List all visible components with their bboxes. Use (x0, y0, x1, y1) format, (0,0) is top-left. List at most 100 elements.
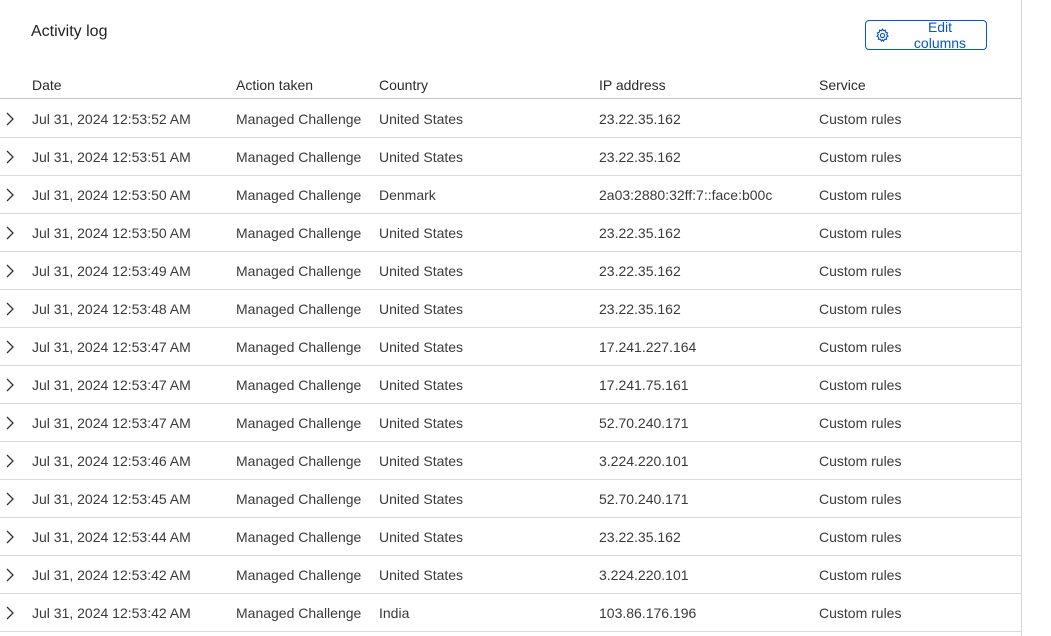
cell-service: Custom rules (819, 415, 902, 431)
table-row[interactable]: Jul 31, 2024 12:53:51 AM Managed Challeng… (0, 138, 1021, 176)
table-row[interactable]: Jul 31, 2024 12:53:44 AM Managed Challeng… (0, 518, 1021, 556)
table-row[interactable]: Jul 31, 2024 12:53:45 AM Managed Challeng… (0, 480, 1021, 518)
edit-columns-button[interactable]: Edit columns (865, 19, 987, 51)
chevron-right-icon[interactable] (5, 112, 15, 126)
cell-ip-address: 23.22.35.162 (599, 149, 681, 165)
cell-ip-address: 23.22.35.162 (599, 111, 681, 127)
cell-date: Jul 31, 2024 12:53:47 AM (32, 415, 191, 431)
cell-ip-address: 52.70.240.171 (599, 491, 689, 507)
column-header-country[interactable]: Country (379, 77, 428, 93)
column-header-ip[interactable]: IP address (599, 77, 666, 93)
table-row[interactable]: Jul 31, 2024 12:53:50 AM Managed Challeng… (0, 214, 1021, 252)
table-row[interactable]: Jul 31, 2024 12:53:52 AM Managed Challeng… (0, 100, 1021, 138)
cell-date: Jul 31, 2024 12:53:44 AM (32, 529, 191, 545)
table-header: Date Action taken Country IP address Ser… (0, 70, 1021, 99)
cell-action: Managed Challenge (236, 263, 362, 279)
cell-service: Custom rules (819, 377, 902, 393)
cell-country: United States (379, 453, 464, 469)
cell-action: Managed Challenge (236, 301, 362, 317)
cell-ip-address: 3.224.220.101 (599, 567, 689, 583)
cell-date: Jul 31, 2024 12:53:51 AM (32, 149, 191, 165)
chevron-right-icon[interactable] (5, 302, 15, 316)
cell-ip-address: 23.22.35.162 (599, 225, 681, 241)
cell-action: Managed Challenge (236, 567, 362, 583)
cell-service: Custom rules (819, 529, 902, 545)
chevron-right-icon[interactable] (5, 264, 15, 278)
cell-service: Custom rules (819, 605, 902, 621)
chevron-right-icon[interactable] (5, 378, 15, 392)
chevron-right-icon[interactable] (5, 340, 15, 354)
table-body: Jul 31, 2024 12:53:52 AM Managed Challeng… (0, 100, 1021, 632)
cell-ip-address: 52.70.240.171 (599, 415, 689, 431)
chevron-right-icon[interactable] (5, 492, 15, 506)
cell-date: Jul 31, 2024 12:53:47 AM (32, 339, 191, 355)
table-row[interactable]: Jul 31, 2024 12:53:47 AM Managed Challeng… (0, 366, 1021, 404)
cell-date: Jul 31, 2024 12:53:50 AM (32, 225, 191, 241)
cell-country: Denmark (379, 187, 436, 203)
table-row[interactable]: Jul 31, 2024 12:53:47 AM Managed Challeng… (0, 404, 1021, 442)
cell-date: Jul 31, 2024 12:53:50 AM (32, 187, 191, 203)
cell-action: Managed Challenge (236, 605, 362, 621)
cell-date: Jul 31, 2024 12:53:45 AM (32, 491, 191, 507)
table-row[interactable]: Jul 31, 2024 12:53:42 AM Managed Challeng… (0, 556, 1021, 594)
cell-action: Managed Challenge (236, 491, 362, 507)
cell-date: Jul 31, 2024 12:53:48 AM (32, 301, 191, 317)
cell-country: United States (379, 567, 464, 583)
chevron-right-icon[interactable] (5, 150, 15, 164)
table-row[interactable]: Jul 31, 2024 12:53:49 AM Managed Challeng… (0, 252, 1021, 290)
cell-ip-address: 2a03:2880:32ff:7::face:b00c (599, 187, 773, 203)
page-title: Activity log (31, 23, 108, 40)
cell-country: United States (379, 225, 464, 241)
cell-ip-address: 17.241.75.161 (599, 377, 689, 393)
cell-ip-address: 17.241.227.164 (599, 339, 697, 355)
table-row[interactable]: Jul 31, 2024 12:53:47 AM Managed Challeng… (0, 328, 1021, 366)
chevron-right-icon[interactable] (5, 454, 15, 468)
cell-service: Custom rules (819, 567, 902, 583)
cell-date: Jul 31, 2024 12:53:42 AM (32, 567, 191, 583)
cell-country: United States (379, 263, 464, 279)
cell-service: Custom rules (819, 263, 902, 279)
cell-date: Jul 31, 2024 12:53:52 AM (32, 111, 191, 127)
column-header-date[interactable]: Date (32, 77, 62, 93)
cell-country: United States (379, 339, 464, 355)
chevron-right-icon[interactable] (5, 226, 15, 240)
chevron-right-icon[interactable] (5, 416, 15, 430)
column-header-action[interactable]: Action taken (236, 77, 313, 93)
cell-country: India (379, 605, 410, 621)
table-row[interactable]: Jul 31, 2024 12:53:50 AM Managed Challeng… (0, 176, 1021, 214)
cell-country: United States (379, 149, 464, 165)
cell-ip-address: 103.86.176.196 (599, 605, 697, 621)
chevron-right-icon[interactable] (5, 606, 15, 620)
cell-service: Custom rules (819, 225, 902, 241)
cell-action: Managed Challenge (236, 149, 362, 165)
cell-action: Managed Challenge (236, 111, 362, 127)
table-row[interactable]: Jul 31, 2024 12:53:48 AM Managed Challeng… (0, 290, 1021, 328)
column-header-service[interactable]: Service (819, 77, 866, 93)
cell-service: Custom rules (819, 301, 902, 317)
cell-country: United States (379, 415, 464, 431)
cell-date: Jul 31, 2024 12:53:47 AM (32, 377, 191, 393)
cell-country: United States (379, 111, 464, 127)
cell-service: Custom rules (819, 491, 902, 507)
table-row[interactable]: Jul 31, 2024 12:53:42 AM Managed Challeng… (0, 594, 1021, 632)
cell-service: Custom rules (819, 453, 902, 469)
cell-service: Custom rules (819, 111, 902, 127)
cell-service: Custom rules (819, 149, 902, 165)
gear-icon (876, 27, 889, 42)
cell-country: United States (379, 491, 464, 507)
chevron-right-icon[interactable] (5, 568, 15, 582)
cell-ip-address: 23.22.35.162 (599, 263, 681, 279)
cell-ip-address: 23.22.35.162 (599, 529, 681, 545)
edit-columns-label: Edit columns (913, 19, 967, 51)
cell-country: United States (379, 529, 464, 545)
cell-action: Managed Challenge (236, 377, 362, 393)
chevron-right-icon[interactable] (5, 530, 15, 544)
cell-action: Managed Challenge (236, 339, 362, 355)
cell-service: Custom rules (819, 339, 902, 355)
cell-date: Jul 31, 2024 12:53:42 AM (32, 605, 191, 621)
cell-action: Managed Challenge (236, 529, 362, 545)
chevron-right-icon[interactable] (5, 188, 15, 202)
table-row[interactable]: Jul 31, 2024 12:53:46 AM Managed Challeng… (0, 442, 1021, 480)
cell-ip-address: 3.224.220.101 (599, 453, 689, 469)
cell-date: Jul 31, 2024 12:53:49 AM (32, 263, 191, 279)
